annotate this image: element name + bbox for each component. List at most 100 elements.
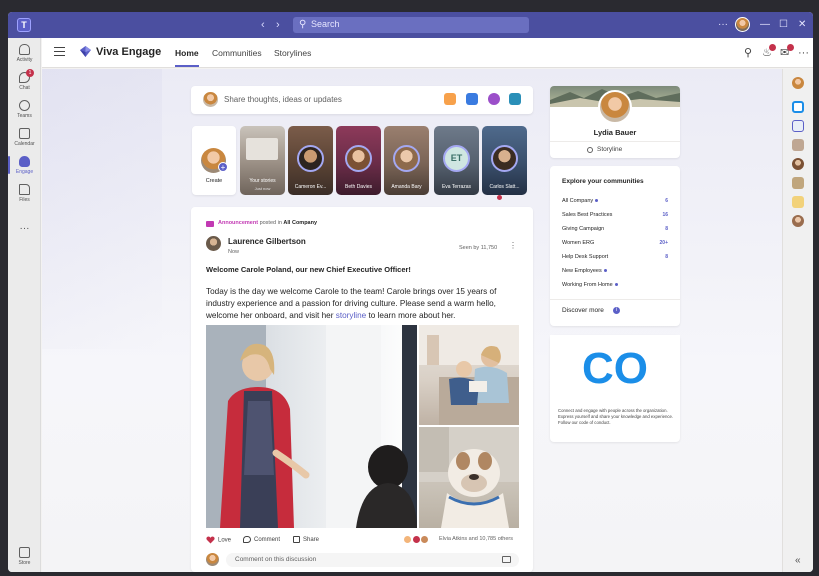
rail-item-store[interactable]: Store: [8, 547, 41, 566]
collapse-icon[interactable]: «: [795, 555, 801, 566]
more-options-icon[interactable]: ···: [718, 17, 728, 33]
tab-communities[interactable]: Communities: [212, 48, 262, 58]
avatar[interactable]: [792, 77, 804, 89]
author-avatar[interactable]: [206, 236, 221, 251]
app-icon[interactable]: [792, 139, 804, 151]
community-item[interactable]: Women ERG 20+: [562, 240, 668, 250]
post-time: Now: [228, 249, 240, 255]
story-name: Your stories: [249, 178, 276, 184]
avatar[interactable]: [792, 215, 804, 227]
post-more-icon[interactable]: ⋮: [509, 241, 517, 250]
rail-label: Teams: [17, 113, 32, 119]
community-item[interactable]: Giving Campaign 8: [562, 226, 668, 236]
rail-item-chat[interactable]: 1 Chat: [8, 69, 41, 91]
maximize-button[interactable]: ☐: [779, 17, 788, 33]
post-media[interactable]: [206, 325, 519, 528]
photo-illustration: [419, 325, 519, 425]
avatar: [206, 553, 219, 566]
storyline-link[interactable]: Storyline: [597, 146, 622, 153]
rail-label: Engage: [15, 169, 34, 175]
author-name[interactable]: Laurence Gilbertson: [228, 237, 306, 246]
forward-icon[interactable]: ›: [276, 18, 280, 32]
tab-storylines[interactable]: Storylines: [274, 48, 311, 58]
community-item[interactable]: Working From Home: [562, 282, 668, 292]
app-icon[interactable]: [792, 196, 804, 208]
rail-item-files[interactable]: Files: [8, 184, 41, 203]
comment-button[interactable]: Comment: [243, 536, 280, 543]
story-card[interactable]: Cameron Ev...: [288, 126, 333, 195]
community-item[interactable]: Sales Best Practices 16: [562, 212, 668, 222]
tab-home[interactable]: Home: [175, 48, 199, 58]
praise-icon[interactable]: [488, 93, 500, 105]
share-button[interactable]: Share: [293, 536, 319, 543]
rail-item-teams[interactable]: Teams: [8, 100, 41, 119]
divider: [550, 141, 680, 142]
poll-icon[interactable]: [509, 93, 521, 105]
more-apps-icon[interactable]: ···: [8, 223, 41, 234]
user-avatar[interactable]: [735, 17, 750, 32]
more-options-icon[interactable]: ···: [798, 47, 809, 59]
love-button[interactable]: Love: [206, 536, 231, 544]
community-name: Working From Home: [562, 282, 618, 288]
avatar: [297, 145, 324, 172]
copilot-icon[interactable]: [792, 101, 804, 113]
photo-woman-presenting[interactable]: [206, 325, 417, 528]
share-icon: [293, 536, 300, 543]
notification-badge: [769, 44, 776, 51]
seen-count[interactable]: Seen by 11,750: [459, 245, 497, 251]
question-icon[interactable]: [466, 93, 478, 105]
community-item[interactable]: Help Desk Support 8: [562, 254, 668, 264]
story-name: Carlos Slatt...: [489, 184, 520, 190]
profile-name[interactable]: Lydia Bauer: [550, 128, 680, 137]
community-link[interactable]: All Company: [283, 220, 317, 226]
story-card[interactable]: Carlos Slatt...: [482, 126, 527, 195]
storyline-link[interactable]: storyline: [336, 311, 367, 320]
avatar: [491, 145, 518, 172]
composer[interactable]: Share thoughts, ideas or updates: [191, 86, 533, 114]
story-card[interactable]: Beth Davies: [336, 126, 381, 195]
teams-icon: [19, 100, 30, 111]
search-input[interactable]: ⚲ Search: [293, 17, 529, 33]
comment-input[interactable]: Comment on this discussion: [226, 553, 519, 567]
rail-label: Files: [19, 197, 30, 203]
profile-avatar[interactable]: [598, 90, 632, 124]
rail-item-calendar[interactable]: Calendar: [8, 128, 41, 147]
story-card[interactable]: Amanda Bary: [384, 126, 429, 195]
app-icon[interactable]: [792, 177, 804, 189]
info-icon[interactable]: i: [613, 307, 620, 314]
gif-icon[interactable]: [502, 556, 511, 563]
love-label: Love: [218, 537, 232, 544]
community-item[interactable]: All Company 6: [562, 198, 668, 208]
reaction-icons[interactable]: [404, 536, 431, 543]
story-card[interactable]: ET Eva Terrazas: [434, 126, 479, 195]
engage-icon: [19, 156, 30, 167]
avatar[interactable]: [792, 158, 804, 170]
rail-item-engage[interactable]: Engage: [8, 156, 41, 175]
discover-more-link[interactable]: Discover more: [562, 307, 604, 314]
menu-icon[interactable]: [54, 47, 65, 56]
chat-badge: 1: [26, 69, 34, 77]
photo-bulldog[interactable]: [419, 427, 519, 528]
calendar-icon: [19, 128, 30, 139]
reactions-summary[interactable]: Elvia Atkins and 10,785 others: [439, 536, 513, 542]
chart-icon[interactable]: [792, 120, 804, 132]
close-button[interactable]: ✕: [798, 17, 806, 33]
app-title: Viva Engage: [96, 46, 162, 58]
photo-family-reading[interactable]: [419, 325, 519, 425]
create-story-button[interactable]: + Create: [192, 126, 236, 195]
minimize-button[interactable]: —: [760, 17, 770, 33]
inbox-badge: [787, 44, 794, 51]
story-thumbnail: [246, 138, 278, 160]
comment-icon: [243, 536, 251, 543]
back-icon[interactable]: ‹: [261, 18, 265, 32]
avatar: [345, 145, 372, 172]
avatar: [203, 92, 218, 107]
community-item[interactable]: New Employees: [562, 268, 668, 278]
rail-item-activity[interactable]: Activity: [8, 44, 41, 63]
story-card[interactable]: Your stories Just now: [240, 126, 285, 195]
story-name: Eva Terrazas: [441, 184, 472, 190]
search-icon[interactable]: ⚲: [744, 47, 752, 59]
discussion-icon[interactable]: [444, 93, 456, 105]
like-reaction-icon: [404, 536, 411, 543]
story-name: Beth Davies: [345, 184, 372, 190]
